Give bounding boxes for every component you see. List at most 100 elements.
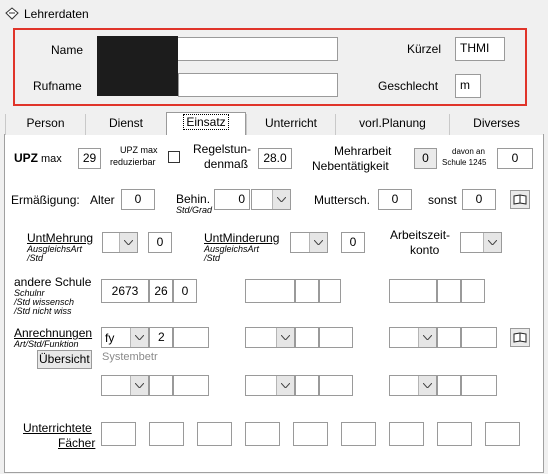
tab-unterricht[interactable]: Unterricht — [246, 114, 335, 135]
andere-schulnr-input-3[interactable] — [389, 279, 437, 303]
andere-wiss-input-3[interactable] — [437, 279, 461, 303]
anrech-art-select-3[interactable] — [389, 327, 437, 348]
anrech-funktion-input-4[interactable] — [173, 375, 209, 396]
fach-input-3[interactable] — [197, 422, 232, 446]
fach-input-6[interactable] — [341, 422, 376, 446]
anrech-std-input-4[interactable] — [149, 375, 173, 396]
chevron-down-icon[interactable] — [130, 328, 148, 347]
anrech-funktion-input-5[interactable] — [319, 375, 353, 396]
tab-einsatz-label: Einsatz — [183, 114, 229, 130]
redacted-block — [97, 36, 178, 96]
chevron-down-icon[interactable] — [483, 233, 501, 252]
mehr-input: 0 — [414, 148, 437, 169]
book-icon[interactable] — [510, 328, 530, 347]
tab-vorl-planung[interactable]: vorl.Planung — [335, 114, 449, 135]
chevron-down-icon[interactable] — [418, 328, 436, 347]
chevron-down-icon[interactable] — [119, 233, 137, 252]
kuerzel-field[interactable]: THMI — [455, 37, 505, 61]
untmind-art-select[interactable] — [290, 232, 328, 253]
behin-input[interactable]: 0 — [214, 189, 250, 210]
faecher-label-2: Fächer — [58, 436, 96, 450]
behin-label: Behin. — [176, 192, 211, 206]
andere-sub-3: /Std nicht wiss — [14, 306, 72, 316]
chevron-down-icon[interactable] — [309, 233, 327, 252]
anrech-art-select-2[interactable] — [245, 327, 295, 348]
sonst-input[interactable]: 0 — [462, 189, 496, 210]
tab-einsatz[interactable]: Einsatz — [166, 112, 246, 135]
untmehr-label: UntMehrung — [27, 231, 94, 245]
upz-input[interactable]: 29 — [78, 148, 101, 169]
regel-label-1: Regelstun- — [193, 142, 252, 156]
behin-grad-select[interactable] — [251, 189, 291, 210]
davon-input[interactable]: 0 — [497, 148, 533, 169]
regel-input[interactable]: 28.0 — [258, 148, 292, 169]
upz-reduzierbar-checkbox[interactable] — [168, 151, 180, 163]
anrech-std-input-6[interactable] — [437, 375, 461, 396]
davon-label-2: Schule 1245 — [442, 158, 487, 167]
systembetr-label: Systembetr — [102, 351, 158, 363]
fach-input-5[interactable] — [293, 422, 328, 446]
alter-input[interactable]: 0 — [121, 189, 155, 210]
geschlecht-field[interactable]: m — [455, 74, 481, 98]
fach-input-2[interactable] — [149, 422, 184, 446]
chevron-down-icon[interactable] — [272, 190, 290, 209]
sonst-label: sonst — [428, 193, 457, 207]
untmehr-sub-2: /Std — [27, 253, 44, 263]
fach-input-4[interactable] — [245, 422, 280, 446]
anrech-art-select-5[interactable] — [245, 375, 295, 396]
chevron-down-icon[interactable] — [418, 376, 436, 395]
title-bar: Lehrerdaten — [0, 0, 548, 28]
tab-dienst[interactable]: Dienst — [85, 114, 166, 135]
chevron-down-icon[interactable] — [276, 328, 294, 347]
andere-wiss-input-2[interactable] — [295, 279, 319, 303]
anrech-funktion-input-3[interactable] — [461, 327, 497, 348]
tab-person[interactable]: Person — [5, 114, 85, 135]
anrech-funktion-input-1[interactable] — [173, 327, 209, 348]
app-icon — [5, 7, 19, 20]
book-icon[interactable] — [510, 190, 530, 209]
andere-schulnr-input-2[interactable] — [245, 279, 295, 303]
rufname-field[interactable] — [178, 73, 338, 97]
fach-input-8[interactable] — [437, 422, 472, 446]
anrech-std-input-1[interactable]: 2 — [149, 327, 173, 348]
anrech-funktion-input-2[interactable] — [319, 327, 353, 348]
untmind-label: UntMinderung — [204, 231, 280, 245]
andere-label: andere Schule — [14, 275, 92, 289]
tab-diverses[interactable]: Diverses — [449, 114, 543, 135]
anrech-art-select-1[interactable]: fy — [101, 327, 149, 348]
untmehr-std-input[interactable]: 0 — [148, 232, 172, 253]
andere-schulnr-input-1[interactable]: 2673 — [101, 279, 149, 303]
andere-wiss-input-1[interactable]: 26 — [149, 279, 173, 303]
mehr-label-1: Mehrarbeit — [334, 144, 392, 158]
anrech-std-input-2[interactable] — [295, 327, 319, 348]
chevron-down-icon[interactable] — [130, 376, 148, 395]
uebersicht-button[interactable]: Übersicht — [37, 350, 92, 369]
mutter-label: Muttersch. — [314, 193, 371, 207]
davon-label-1: davon an — [452, 147, 485, 156]
kuerzel-label: Kürzel — [407, 42, 442, 56]
upz-max-red-label-2: reduzierbar — [110, 157, 156, 167]
anrech-std-input-5[interactable] — [295, 375, 319, 396]
anrech-art-select-6[interactable] — [389, 375, 437, 396]
fach-input-1[interactable] — [101, 422, 136, 446]
andere-nichtwiss-input-1[interactable]: 0 — [173, 279, 197, 303]
mutter-input[interactable]: 0 — [378, 189, 412, 210]
andere-nichtwiss-input-2[interactable] — [319, 279, 341, 303]
anrech-art-select-4[interactable] — [101, 375, 149, 396]
anrech-funktion-input-6[interactable] — [461, 375, 497, 396]
untmehr-art-select[interactable] — [102, 232, 138, 253]
anrech-std-input-3[interactable] — [437, 327, 461, 348]
anrech-sub-label: Art/Std/Funktion — [14, 339, 79, 349]
andere-nichtwiss-input-3[interactable] — [461, 279, 485, 303]
arbeitszeit-select[interactable] — [460, 232, 502, 253]
chevron-down-icon[interactable] — [276, 376, 294, 395]
behin-sub-label: Std/Grad — [176, 205, 213, 215]
untmind-std-input[interactable]: 0 — [341, 232, 365, 253]
alter-label: Alter — [90, 193, 115, 207]
upz-max-red-label-1: UPZ max — [120, 145, 158, 155]
fach-input-7[interactable] — [389, 422, 424, 446]
fach-input-9[interactable] — [485, 422, 520, 446]
faecher-label-1: Unterrichtete — [23, 421, 92, 435]
ermaess-label: Ermäßigung: — [11, 193, 80, 207]
arbeitszeit-label-2: konto — [410, 243, 440, 257]
